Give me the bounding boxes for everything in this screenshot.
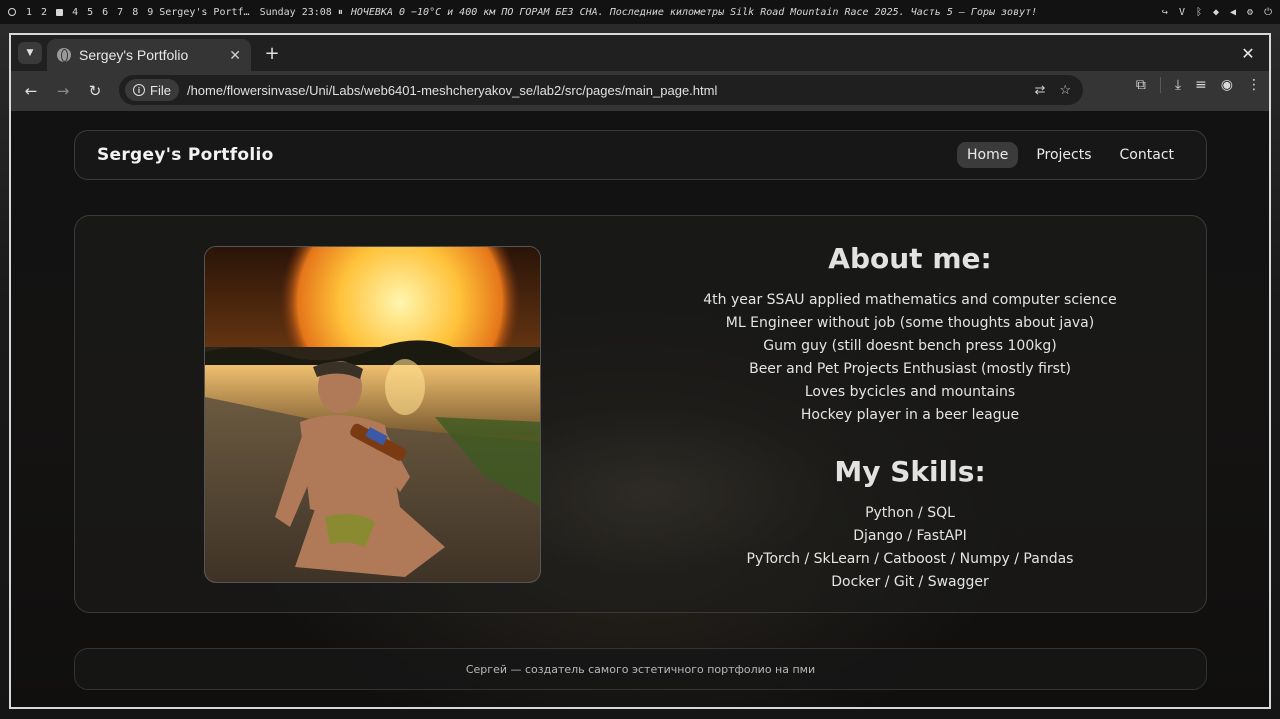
about-line: Loves bycicles and mountains (804, 384, 1016, 400)
address-bar[interactable]: i File /home/flowersinvase/Uni/Labs/web6… (119, 75, 1083, 105)
focused-window-title: Sergey's Portf… (159, 6, 250, 18)
chevron-down-icon: ▼ (26, 48, 34, 58)
settings-icon[interactable]: ⚙ (1247, 7, 1253, 18)
about-line: 4th year SSAU applied mathematics and co… (703, 292, 1117, 308)
active-workspace-icon[interactable] (56, 8, 64, 16)
site-info-chip[interactable]: i File (125, 79, 179, 101)
about-card: About me: 4th year SSAU applied mathemat… (74, 215, 1207, 613)
globe-icon (57, 48, 71, 62)
more-menu-icon[interactable]: ⋮ (1247, 77, 1261, 93)
keyboard-layout[interactable]: V (1179, 7, 1185, 18)
power-icon[interactable]: ⏻ (1264, 7, 1272, 18)
nav-links: Home Projects Contact (956, 142, 1184, 168)
profile-photo-image (205, 247, 540, 582)
clock: Sunday 23:08 (259, 6, 332, 18)
about-title: About me: (828, 242, 992, 275)
bookmark-star-icon[interactable]: ☆ (1059, 82, 1071, 98)
site-brand[interactable]: Sergey's Portfolio (97, 145, 274, 165)
launcher-icon[interactable] (8, 8, 16, 16)
workspace-4[interactable]: 4 (72, 7, 78, 18)
close-icon: ✕ (1241, 43, 1255, 63)
tab-title: Sergey's Portfolio (79, 47, 189, 63)
wifi-icon[interactable]: ◆ (1213, 7, 1219, 18)
translate-icon[interactable]: ⇄ (1034, 82, 1045, 98)
workspace-8[interactable]: 8 (132, 7, 138, 18)
profile-icon[interactable]: ◉ (1221, 77, 1233, 93)
back-button[interactable]: ← (17, 77, 45, 105)
close-tab-icon[interactable]: ✕ (229, 47, 241, 64)
pause-icon[interactable]: ⏸ (338, 7, 343, 18)
media-controls-icon[interactable]: ≡ (1195, 77, 1207, 93)
skill-line: Python / SQL (865, 505, 955, 521)
browser-window: ▼ Sergey's Portfolio ✕ + ✕ ← → ↻ i File … (9, 33, 1271, 709)
profile-photo (204, 246, 541, 583)
reload-button[interactable]: ↻ (81, 77, 109, 105)
footer-text: Сергей — создатель самого эстетичного по… (465, 662, 816, 676)
tab-portfolio[interactable]: Sergey's Portfolio ✕ (47, 39, 251, 71)
tab-search-button[interactable]: ▼ (18, 42, 42, 64)
page-viewport: Sergey's Portfolio Home Projects Contact (11, 111, 1269, 707)
site-scheme-label: File (150, 82, 171, 98)
media-title: НОЧЕВКА 0 −10°C и 400 км ПО ГОРАМ БЕЗ СН… (350, 6, 1038, 18)
about-line: Beer and Pet Projects Enthusiast (mostly… (749, 361, 1071, 377)
logout-icon[interactable]: ↪ (1162, 7, 1168, 18)
download-icon[interactable]: ⤓ (1175, 77, 1181, 93)
skill-line: Django / FastAPI (853, 528, 967, 544)
close-window-button[interactable]: ✕ (1237, 42, 1259, 64)
toolbar-divider (1159, 77, 1161, 93)
nav-link-home[interactable]: Home (956, 142, 1019, 168)
workspace-1[interactable]: 1 (26, 7, 32, 18)
new-tab-button[interactable]: + (261, 42, 283, 64)
tab-strip: ▼ Sergey's Portfolio ✕ + ✕ (11, 35, 1269, 71)
workspace-6[interactable]: 6 (102, 7, 108, 18)
address-url[interactable]: /home/flowersinvase/Uni/Labs/web6401-mes… (187, 83, 717, 98)
plus-icon: + (264, 42, 280, 64)
system-status-bar: 1 2 4 5 6 7 8 9 Sergey's Portf… Sunday 2… (0, 0, 1280, 24)
arrow-left-icon: ← (24, 82, 38, 100)
workspace-7[interactable]: 7 (117, 7, 123, 18)
workspace-9[interactable]: 9 (147, 7, 153, 18)
nav-link-projects[interactable]: Projects (1026, 142, 1101, 168)
reload-icon: ↻ (88, 82, 102, 100)
workspace-list: 1 2 4 5 6 7 8 9 (26, 7, 153, 18)
info-icon: i (133, 84, 145, 96)
skill-line: Docker / Git / Swagger (831, 574, 989, 590)
site-navbar: Sergey's Portfolio Home Projects Contact (74, 130, 1207, 180)
about-line: ML Engineer without job (some thoughts a… (725, 315, 1095, 331)
volume-icon[interactable]: ◀ (1230, 7, 1236, 18)
forward-button[interactable]: → (49, 77, 77, 105)
toolbar-actions: ⧉ ⤓ ≡ ◉ ⋮ (1136, 77, 1261, 93)
site-footer: Сергей — создатель самого эстетичного по… (74, 648, 1207, 690)
nav-link-contact[interactable]: Contact (1110, 142, 1184, 168)
browser-toolbar: ← → ↻ i File /home/flowersinvase/Uni/Lab… (11, 71, 1269, 111)
arrow-right-icon: → (56, 82, 70, 100)
about-line: Hockey player in a beer league (800, 407, 1020, 423)
skill-line: PyTorch / SkLearn / Catboost / Numpy / P… (746, 551, 1074, 567)
workspace-2[interactable]: 2 (41, 7, 47, 18)
omnibox-actions: ⇄ ☆ (1034, 82, 1077, 98)
skills-title: My Skills: (834, 455, 986, 488)
bluetooth-icon[interactable]: ᛒ (1196, 7, 1202, 18)
skills-section: My Skills: Python / SQL Django / FastAPI… (655, 455, 1165, 594)
about-line: Gum guy (still doesnt bench press 100kg) (763, 338, 1057, 354)
extensions-icon[interactable]: ⧉ (1136, 77, 1146, 93)
about-section: About me: 4th year SSAU applied mathemat… (655, 242, 1165, 594)
workspace-5[interactable]: 5 (87, 7, 93, 18)
system-tray: ↪ V ᛒ ◆ ◀ ⚙ ⏻ (1162, 7, 1272, 18)
